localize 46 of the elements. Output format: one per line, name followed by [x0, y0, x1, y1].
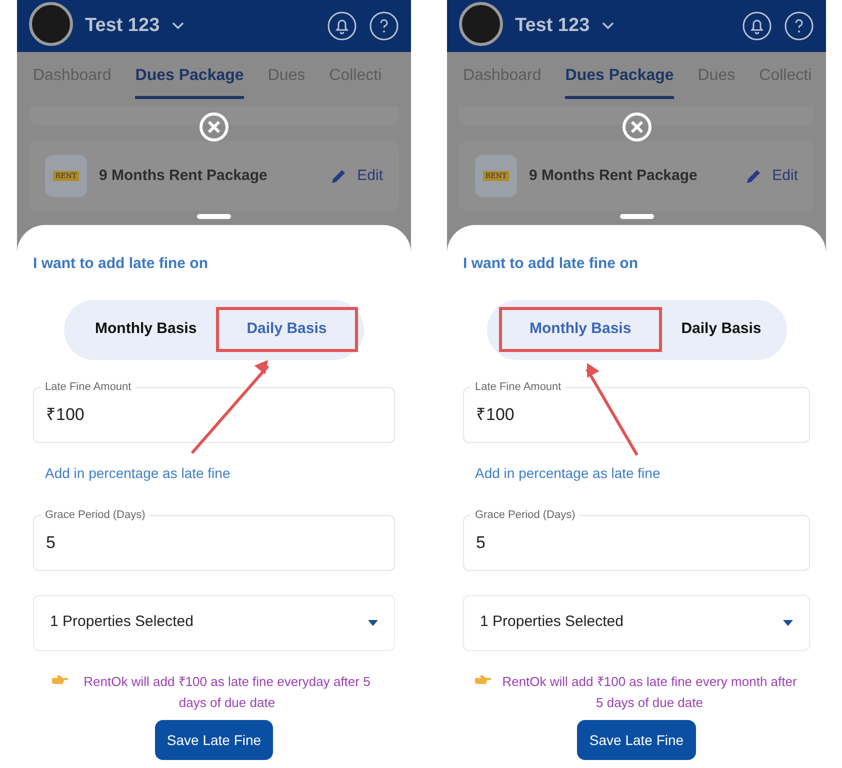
field-value: 5 [46, 532, 56, 554]
avatar [459, 2, 503, 46]
help-icon[interactable] [784, 11, 814, 41]
percentage-link[interactable]: Add in percentage as late fine [475, 462, 660, 484]
bell-icon[interactable] [327, 11, 357, 41]
header-title[interactable]: Test 123 [85, 12, 160, 40]
pointing-hand-icon [474, 672, 492, 686]
basis-option[interactable]: Monthly Basis [498, 307, 662, 352]
close-icon[interactable] [199, 112, 229, 142]
field-value: 5 [476, 532, 486, 554]
tab[interactable]: Dues Package [135, 64, 244, 99]
basis-option[interactable]: Daily Basis [216, 307, 358, 352]
header-title[interactable]: Test 123 [515, 12, 590, 40]
save-late-fine-button[interactable]: Save Late Fine [154, 720, 274, 760]
basis-option[interactable]: Monthly Basis [76, 307, 216, 352]
basis-option[interactable]: Daily Basis [662, 307, 780, 352]
field-label: Grace Period (Days) [471, 508, 580, 522]
close-icon[interactable] [622, 112, 652, 142]
help-icon[interactable] [369, 11, 399, 41]
sheet-title: I want to add late fine on [32, 254, 210, 274]
bell-icon[interactable] [742, 11, 772, 41]
edit-button[interactable]: Edit [329, 164, 383, 188]
caret-icon [783, 620, 793, 626]
drag-handle[interactable] [620, 214, 654, 219]
chevron-down-icon[interactable] [172, 22, 184, 30]
field-value: ₹100 [46, 404, 84, 426]
late-fine-note: RentOk will add ₹100 as late fine every month after 5 days of due date [501, 672, 798, 712]
properties-dropdown[interactable]: 1 Properties Selected [463, 594, 810, 650]
save-late-fine-button[interactable]: Save Late Fine [577, 720, 696, 760]
package-name: 9 Months Rent Package [529, 166, 698, 186]
avatar [29, 2, 73, 46]
sheet-title: I want to add late fine on [462, 254, 640, 274]
pointing-hand-icon [51, 672, 69, 686]
package-name: 9 Months Rent Package [99, 166, 268, 186]
chevron-down-icon[interactable] [602, 22, 614, 30]
tab[interactable]: Dues Package [565, 64, 674, 99]
properties-dropdown[interactable]: 1 Properties Selected [33, 594, 395, 650]
field-label: Grace Period (Days) [41, 508, 150, 522]
field-value: ₹100 [476, 404, 514, 426]
dropdown-value: 1 Properties Selected [50, 612, 194, 632]
late-fine-note: RentOk will add ₹100 as late fine everyday after 5 days of due date [82, 672, 372, 712]
drag-handle[interactable] [197, 214, 231, 219]
edit-button[interactable]: Edit [744, 164, 798, 188]
dropdown-value: 1 Properties Selected [480, 612, 624, 632]
caret-icon [368, 620, 378, 626]
percentage-link[interactable]: Add in percentage as late fine [45, 462, 230, 484]
